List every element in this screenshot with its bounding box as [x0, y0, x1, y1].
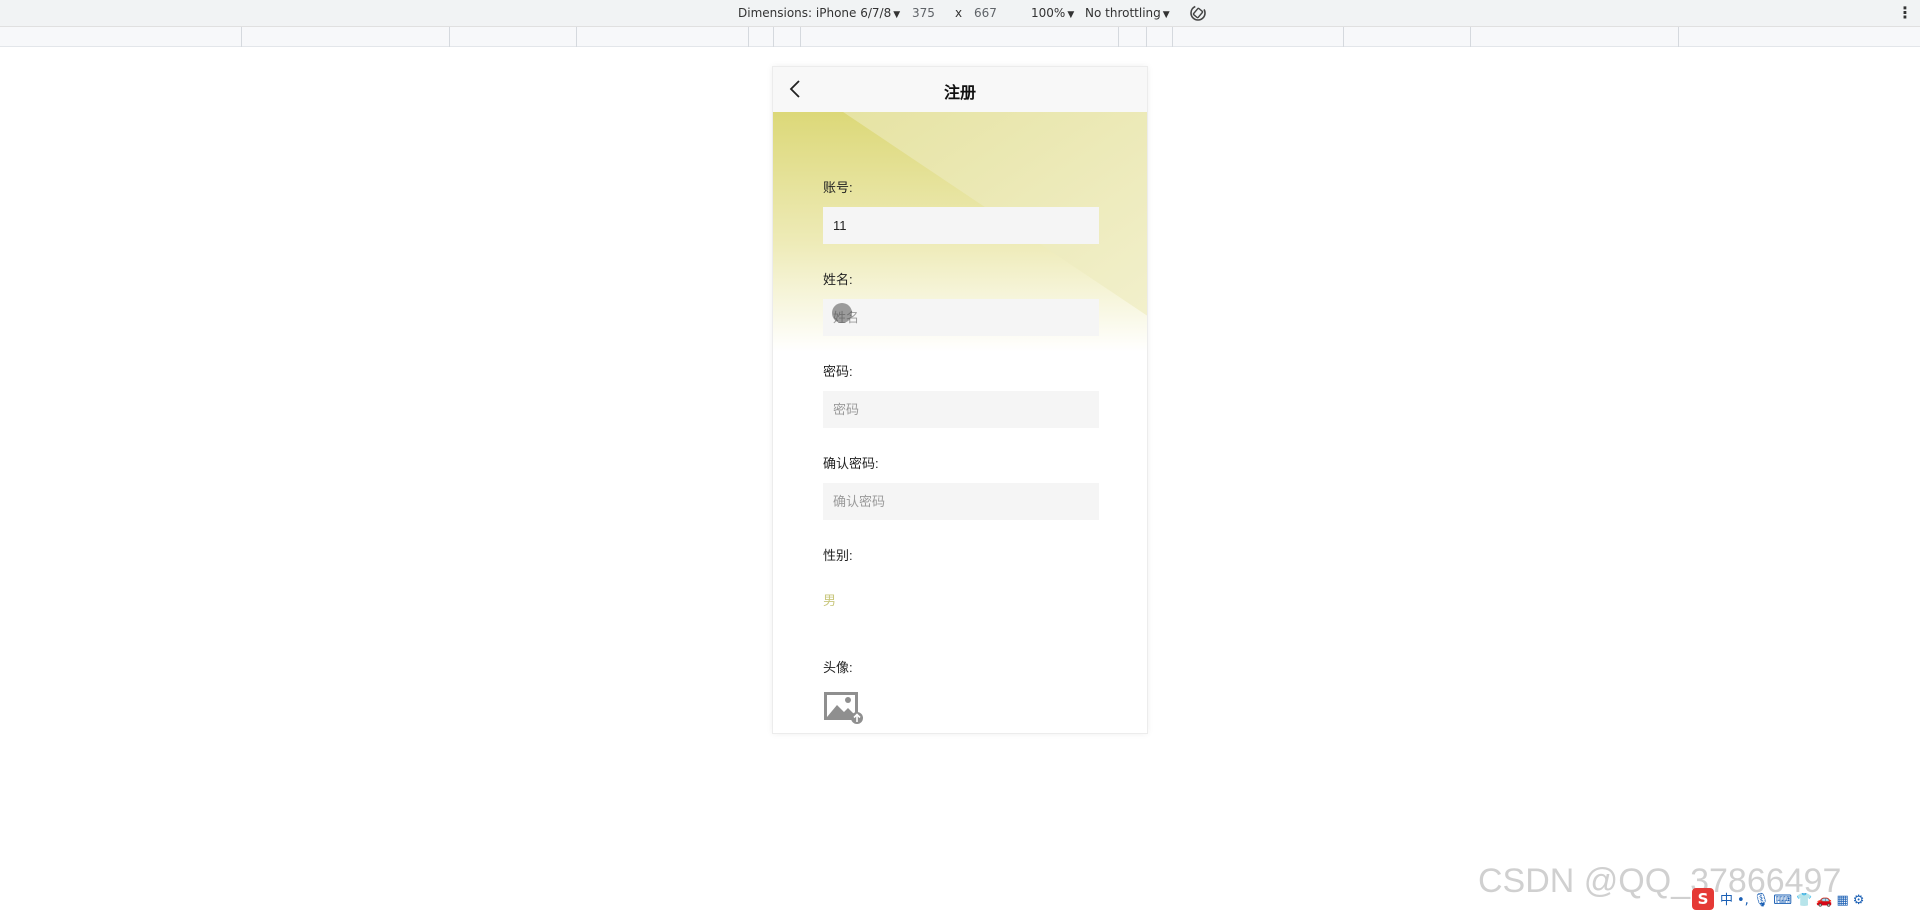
gender-option-male[interactable]: 男	[823, 590, 836, 609]
page-title: 注册	[943, 85, 976, 102]
settings-icon[interactable]: ⚙	[1853, 893, 1865, 908]
dimensions-label: Dimensions: iPhone 6/7/8	[738, 6, 892, 20]
times-separator: x	[955, 6, 963, 20]
ruler-tick	[1172, 27, 1173, 47]
microphone-icon[interactable]: 🎙	[1753, 893, 1770, 908]
account-label: 账号:	[823, 180, 853, 195]
ime-mode[interactable]: 中	[1720, 889, 1733, 908]
width-input[interactable]: 375	[912, 6, 935, 20]
throttling-dropdown[interactable]: No throttling ▼	[1085, 6, 1170, 20]
confirm-password-input[interactable]	[823, 483, 1099, 520]
skin-icon[interactable]: 👕	[1796, 893, 1812, 908]
navigation-bar: 注册	[773, 67, 1147, 112]
ruler-tick	[241, 27, 242, 47]
zoom-dropdown[interactable]: 100% ▼	[1031, 6, 1074, 20]
ruler-tick	[449, 27, 450, 47]
more-vert-icon[interactable]: ⋮	[1897, 3, 1913, 22]
gender-label: 性别:	[823, 548, 853, 563]
devtools-device-toolbar: Dimensions: iPhone 6/7/8 ▼ 375 x 667 100%…	[0, 0, 1920, 27]
ruler-tick	[1343, 27, 1344, 47]
image-upload-icon[interactable]	[823, 691, 863, 725]
touch-cursor	[832, 303, 852, 323]
confirm-password-label: 确认密码:	[823, 456, 879, 471]
dimensions-dropdown[interactable]: Dimensions: iPhone 6/7/8 ▼	[738, 6, 900, 20]
password-label: 密码:	[823, 364, 853, 379]
name-input[interactable]	[823, 299, 1099, 336]
ruler-tick	[800, 27, 801, 47]
ruler-tick	[773, 27, 774, 47]
sogou-logo-icon[interactable]: S	[1692, 888, 1714, 910]
toolbox-icon[interactable]: 🚗	[1816, 893, 1832, 908]
caret-down-icon: ▼	[1067, 10, 1075, 20]
rotate-icon[interactable]	[1188, 3, 1208, 23]
avatar-label: 头像:	[823, 660, 853, 675]
ruler-tick	[1118, 27, 1119, 47]
apps-icon[interactable]: ▦	[1836, 893, 1848, 908]
caret-down-icon: ▼	[893, 10, 901, 20]
zoom-label: 100%	[1031, 6, 1066, 20]
name-label: 姓名:	[823, 272, 853, 287]
ruler-tick	[1470, 27, 1471, 47]
ruler-tick	[576, 27, 577, 47]
ruler-tick	[1146, 27, 1147, 47]
keyboard-icon[interactable]: ⌨	[1773, 893, 1792, 908]
height-input[interactable]: 667	[974, 6, 997, 20]
system-tray: S 中 •, 🎙 ⌨ 👕 🚗 ▦ ⚙	[1692, 888, 1868, 910]
account-input[interactable]	[823, 207, 1099, 244]
throttling-label: No throttling	[1085, 6, 1161, 20]
password-input[interactable]	[823, 391, 1099, 428]
punctuation-icon[interactable]: •,	[1737, 893, 1749, 908]
phone-viewport: 注册 账号: 姓名: 密码: 确认密码: 性别: 男 头像:	[772, 66, 1148, 734]
media-query-ruler	[0, 27, 1920, 47]
caret-down-icon: ▼	[1162, 10, 1170, 20]
ruler-tick	[748, 27, 749, 47]
ruler-tick	[1678, 27, 1679, 47]
